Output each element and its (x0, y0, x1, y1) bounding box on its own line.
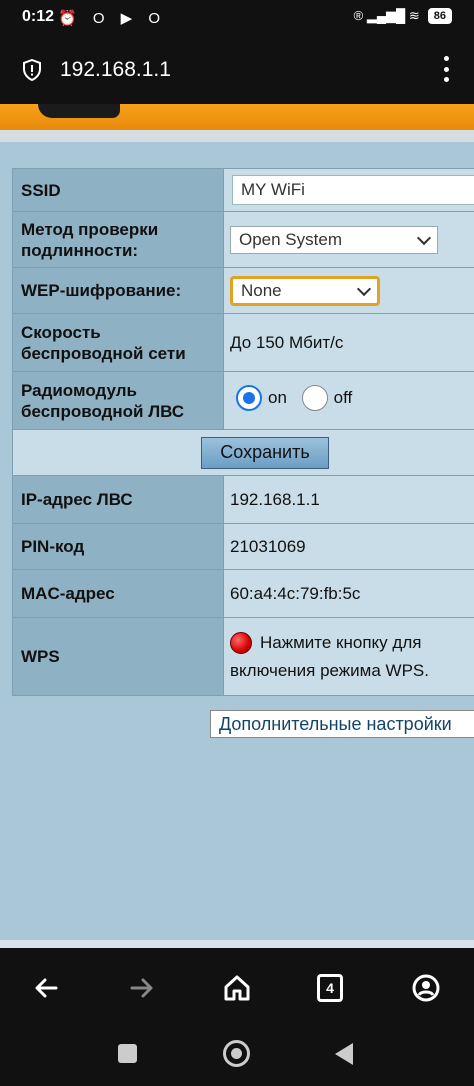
radio-off-label: off (333, 388, 353, 407)
speed-row: Скорость беспроводной сети До 150 Мбит/с (12, 313, 474, 372)
ip-row: IP-адрес ЛВС 192.168.1.1 (12, 475, 474, 524)
router-logo-shape (38, 104, 120, 118)
auth-label: Метод проверки подлинности: (12, 211, 224, 268)
mac-row: MAC-адрес 60:a4:4c:79:fb:5c (12, 569, 474, 618)
wep-cell: None (223, 267, 474, 314)
battery-icon: 86 (427, 8, 452, 24)
home-system-icon[interactable] (223, 1040, 250, 1067)
shield-warning-icon[interactable] (22, 59, 42, 81)
chevron-down-icon (416, 230, 432, 245)
page-footer-strip (0, 940, 474, 948)
mac-value: 60:a4:4c:79:fb:5c (223, 569, 474, 618)
back-system-icon[interactable] (335, 1043, 353, 1065)
wep-encryption-value: None (241, 280, 282, 300)
speed-label: Скорость беспроводной сети (12, 313, 224, 372)
ssid-label: SSID (12, 168, 224, 212)
save-button[interactable]: Сохранить (201, 436, 329, 469)
wps-cell: Нажмите кнопку для включения режима WPS. (223, 617, 474, 696)
status-bar: 0:12 ⏰ O ▶ O ® ▂▄▆█ ≋ 86 (0, 0, 474, 36)
wps-instruction: Нажмите кнопку для включения режима WPS. (230, 632, 429, 680)
radio-off-option[interactable]: off (301, 385, 353, 411)
wps-row: WPS Нажмите кнопку для включения режима … (12, 617, 474, 696)
home-icon[interactable] (221, 972, 253, 1004)
account-icon[interactable] (410, 972, 442, 1004)
notification-icons: ⏰ O ▶ O (58, 10, 167, 27)
browser-url-bar: 192.168.1.1 (0, 36, 474, 104)
wep-label: WEP-шифрование: (12, 267, 224, 314)
radio-off-button[interactable] (301, 385, 328, 411)
address-text[interactable]: 192.168.1.1 (60, 58, 171, 82)
ip-value: 192.168.1.1 (223, 475, 474, 524)
tabs-button[interactable]: 4 (314, 972, 346, 1004)
wps-button-icon[interactable] (230, 632, 252, 655)
recents-icon[interactable] (118, 1044, 137, 1063)
mac-label: MAC-адрес (12, 569, 224, 618)
overflow-menu-icon[interactable] (442, 56, 450, 82)
pin-label: PIN-код (12, 523, 224, 570)
ssid-cell: MY WiFi (223, 168, 474, 212)
ssid-row: SSID MY WiFi (12, 168, 474, 212)
wireless-settings-table: SSID MY WiFi Метод проверки подлинности:… (12, 168, 474, 696)
radio-row: Радиомодуль беспроводной ЛВС on off (12, 371, 474, 430)
browser-bottom-nav: 4 (0, 948, 474, 1028)
more-settings-button[interactable]: Дополнительные настройки (210, 710, 474, 738)
radio-cell: on off (223, 371, 474, 430)
wep-row: WEP-шифрование: None (12, 267, 474, 314)
wep-encryption-select[interactable]: None (230, 275, 380, 306)
pin-row: PIN-код 21031069 (12, 523, 474, 570)
radio-on-label: on (268, 388, 287, 407)
auth-method-select[interactable]: Open System (230, 225, 438, 254)
back-arrow-icon[interactable] (30, 972, 62, 1004)
signal-wifi-icons: ® ▂▄▆█ ≋ (353, 8, 420, 23)
save-row: Сохранить (12, 429, 474, 476)
radio-module-label: Радиомодуль беспроводной ЛВС (12, 371, 224, 430)
auth-method-value: Open System (239, 229, 342, 249)
system-nav-bar (0, 1028, 474, 1086)
radio-on-option[interactable]: on (236, 385, 287, 411)
page-header-banner (0, 104, 474, 130)
ip-label: IP-адрес ЛВС (12, 475, 224, 524)
auth-cell: Open System (223, 211, 474, 268)
ssid-input[interactable]: MY WiFi (232, 175, 474, 205)
pin-value: 21031069 (223, 523, 474, 570)
auth-row: Метод проверки подлинности: Open System (12, 211, 474, 268)
router-page: SSID MY WiFi Метод проверки подлинности:… (0, 104, 474, 948)
radio-on-button[interactable] (236, 385, 262, 411)
chevron-down-icon (356, 281, 372, 296)
system-status-icons: ® ▂▄▆█ ≋ 86 (354, 8, 452, 24)
header-divider (0, 130, 474, 142)
status-time: 0:12 (22, 8, 55, 25)
wps-label: WPS (12, 617, 224, 696)
save-cell: Сохранить (12, 429, 474, 476)
tab-count: 4 (317, 974, 343, 1002)
speed-value: До 150 Мбит/с (223, 313, 474, 372)
forward-arrow-icon[interactable] (126, 972, 158, 1004)
